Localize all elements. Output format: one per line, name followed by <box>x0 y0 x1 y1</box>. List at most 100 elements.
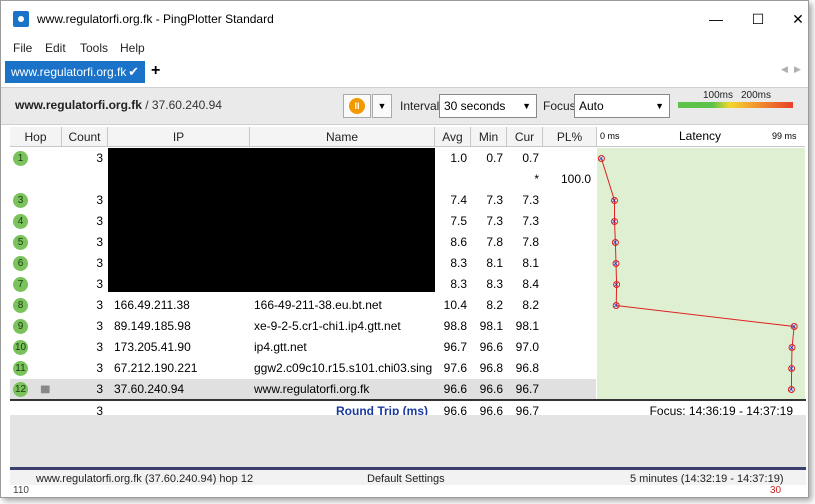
cell-cur: 0.7 <box>522 151 539 165</box>
latency-avg-marker: × <box>789 364 794 374</box>
redacted-region <box>108 148 435 292</box>
cell-min <box>471 169 503 190</box>
hop-number-badge: 4 <box>13 214 28 229</box>
latency-color-legend <box>678 102 793 108</box>
col-header-ip[interactable]: IP <box>108 127 250 147</box>
cell-count: 3 <box>96 298 103 312</box>
table-row[interactable]: 9 3 89.149.185.98 xe-9-2-5.cr1-chi1.ip4.gtt… <box>10 316 596 337</box>
maximize-button[interactable]: ☐ <box>743 7 773 31</box>
table-row[interactable]: 12 ▮▮▮ 3 37.60.240.94 www.regulatorfi.org.fk… <box>10 379 596 400</box>
chevron-down-icon: ▼ <box>655 101 664 111</box>
pingplotter-app-icon <box>13 11 29 27</box>
cell-avg: 1.0 <box>450 151 467 165</box>
legend-200ms: 200ms <box>741 90 772 101</box>
cell-avg: 8.3 <box>450 256 467 270</box>
menu-edit[interactable]: Edit <box>45 41 66 55</box>
hop-number-badge: 11 <box>13 361 28 376</box>
toolbar: www.regulatorfi.org.fk / 37.60.240.94 II… <box>1 87 808 125</box>
latency-avg-marker: × <box>788 385 793 395</box>
cell-min: 7.3 <box>486 214 503 228</box>
menu-bar: File Edit Tools Help <box>1 39 808 59</box>
cell-count <box>62 169 103 190</box>
target-label: www.regulatorfi.org.fk / 37.60.240.94 <box>15 98 222 112</box>
col-header-min[interactable]: Min <box>471 127 507 147</box>
window-title: www.regulatorfi.org.fk - PingPlotter Sta… <box>37 12 274 26</box>
cell-min: 96.8 <box>479 361 503 375</box>
latency-graph[interactable]: × × × × × × × × × × × <box>597 148 805 400</box>
latency-avg-marker: × <box>613 301 618 311</box>
cell-ip: 166.49.211.38 <box>114 298 190 312</box>
cell-pl <box>543 295 591 316</box>
col-header-avg[interactable]: Avg <box>435 127 471 147</box>
cell-name: 166-49-211-38.eu.bt.net <box>254 298 382 312</box>
cell-name: www.regulatorfi.org.fk <box>254 382 370 396</box>
cell-cur: * <box>534 172 539 186</box>
cell-cur: 97.0 <box>515 340 539 354</box>
latency-avg-marker: × <box>614 280 619 290</box>
cell-avg: 96.6 <box>443 382 467 396</box>
cell-min: 8.1 <box>486 256 503 270</box>
col-header-pl[interactable]: PL% <box>543 127 597 147</box>
col-header-count[interactable]: Count <box>62 127 108 147</box>
cell-cur: 98.1 <box>515 319 539 333</box>
status-settings[interactable]: Default Settings <box>367 473 445 485</box>
cell-count: 3 <box>96 151 103 165</box>
cell-pl <box>543 148 591 169</box>
chevron-down-icon: ▼ <box>522 101 531 111</box>
cell-avg: 8.3 <box>450 277 467 291</box>
cell-ip: 67.212.190.221 <box>114 361 198 375</box>
pause-dropdown-button[interactable]: ▼ <box>372 94 392 118</box>
target-host: www.regulatorfi.org.fk <box>15 98 142 112</box>
cell-cur: 8.1 <box>522 256 539 270</box>
focus-label: Focus <box>543 99 576 113</box>
col-header-name[interactable]: Name <box>250 127 435 147</box>
table-row[interactable]: 8 3 166.49.211.38 166-49-211-38.eu.bt.net 10… <box>10 295 596 316</box>
table-row[interactable]: 10 3 173.205.41.90 ip4.gtt.net 96.7 96.6 97.0 <box>10 337 596 358</box>
legend-100ms: 100ms <box>703 90 734 101</box>
tab-scroll-left-icon[interactable]: ◀ <box>781 64 788 75</box>
minimize-button[interactable]: — <box>701 7 731 31</box>
hop-number-badge: 10 <box>13 340 28 355</box>
cell-cur: 96.8 <box>515 361 539 375</box>
cell-name: ip4.gtt.net <box>254 340 307 354</box>
cell-cur: 7.3 <box>522 214 539 228</box>
cell-avg: 8.6 <box>450 235 467 249</box>
cell-avg: 7.4 <box>450 193 467 207</box>
interval-select[interactable]: 30 seconds ▼ <box>439 94 537 118</box>
close-button[interactable]: ✕ <box>783 7 808 31</box>
pause-button[interactable]: II <box>343 94 371 118</box>
cell-pl <box>543 253 591 274</box>
table-row[interactable]: 11 3 67.212.190.221 ggw2.c09c10.r15.s101.ch… <box>10 358 596 379</box>
cell-ip: 173.205.41.90 <box>114 340 191 354</box>
menu-file[interactable]: File <box>13 41 32 55</box>
tab-scroll-right-icon[interactable]: ▶ <box>794 64 801 75</box>
cell-min: 7.3 <box>486 193 503 207</box>
col-header-latency[interactable]: 0 ms Latency 99 ms <box>597 127 805 147</box>
cell-cur: 8.4 <box>522 277 539 291</box>
focus-select[interactable]: Auto ▼ <box>574 94 670 118</box>
cell-avg: 97.6 <box>443 361 467 375</box>
cell-pl <box>543 211 591 232</box>
cell-min: 96.6 <box>479 340 503 354</box>
cell-pl <box>543 337 591 358</box>
tab-label: www.regulatorfi.org.fk <box>11 65 127 79</box>
hop-number-badge: 12 <box>13 382 28 397</box>
hop-number-badge: 6 <box>13 256 28 271</box>
timeline-area[interactable] <box>10 415 806 467</box>
col-header-cur[interactable]: Cur <box>507 127 543 147</box>
menu-tools[interactable]: Tools <box>80 41 108 55</box>
cell-name: ggw2.c09c10.r15.s101.chi03.singl <box>254 361 432 375</box>
col-header-hop[interactable]: Hop <box>10 127 62 147</box>
tab-target[interactable]: www.regulatorfi.org.fk ✔ <box>5 61 145 83</box>
cell-count: 3 <box>96 340 103 354</box>
cell-count: 3 <box>96 193 103 207</box>
pause-icon: II <box>349 98 365 114</box>
hop-number-badge: 7 <box>13 277 28 292</box>
cell-pl <box>543 316 591 337</box>
menu-help[interactable]: Help <box>120 41 145 55</box>
hop-number-badge: 5 <box>13 235 28 250</box>
cell-min: 8.3 <box>486 277 503 291</box>
bar-chart-icon[interactable]: ▮▮▮ <box>40 379 54 400</box>
add-tab-button[interactable]: + <box>151 61 160 81</box>
cell-avg: 96.7 <box>443 340 467 354</box>
